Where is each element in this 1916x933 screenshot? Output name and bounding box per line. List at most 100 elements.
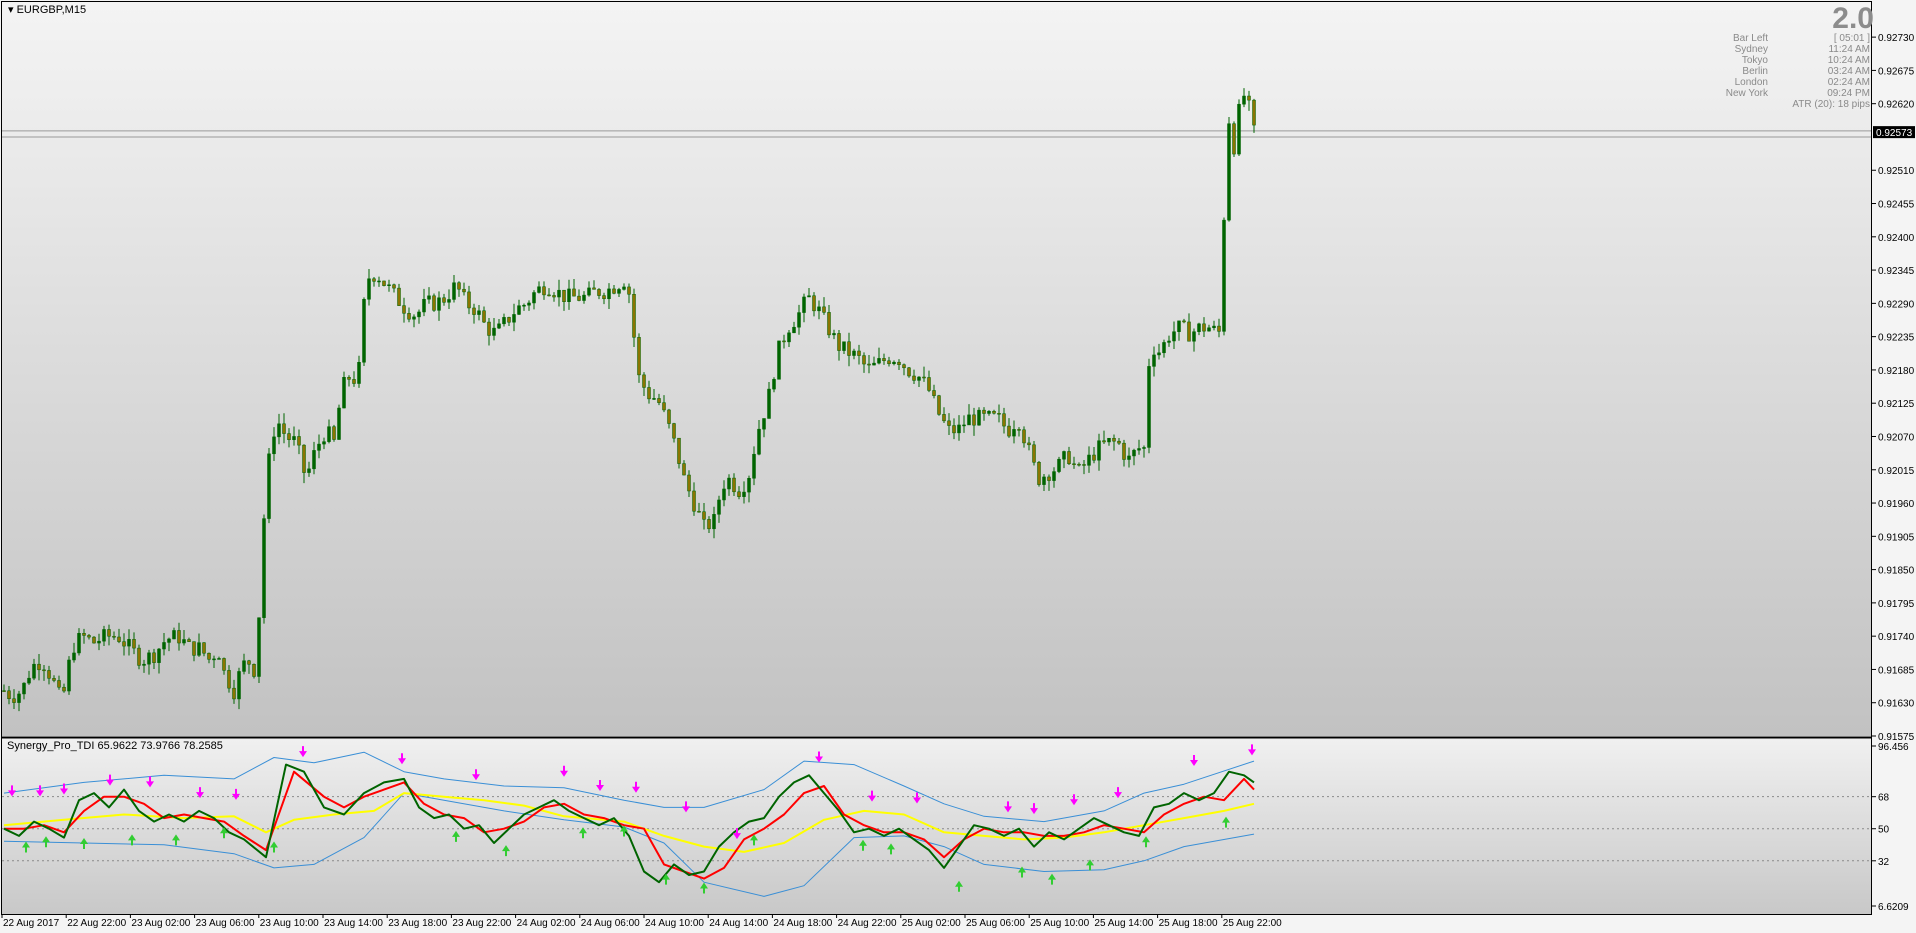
candle-up <box>1132 449 1136 457</box>
candle-up <box>962 424 966 427</box>
candle-down <box>42 669 46 672</box>
candle-down <box>207 652 211 660</box>
candle-down <box>1187 321 1191 342</box>
candle-up <box>257 617 261 677</box>
price-tick-label: 0.92125 <box>1878 399 1915 410</box>
candle-up <box>17 693 21 703</box>
candle-up <box>1127 455 1131 460</box>
price-tick-label: 0.92070 <box>1878 432 1915 443</box>
price-tick-label: 0.91795 <box>1878 599 1915 610</box>
candle-up <box>182 639 186 644</box>
chart-symbol-label[interactable]: ▾ EURGBP,M15 <box>8 3 86 16</box>
candle-up <box>767 388 771 419</box>
candle-down <box>462 288 466 293</box>
candle-down <box>922 376 926 379</box>
candle-up <box>522 304 526 307</box>
chevron-down-icon[interactable]: ▾ <box>8 4 14 16</box>
candle-down <box>897 361 901 365</box>
candle-down <box>597 289 601 296</box>
candle-down <box>952 425 956 434</box>
candle-up <box>1152 354 1156 367</box>
candle-up <box>717 499 721 515</box>
candle-up <box>447 299 451 303</box>
candle-down <box>82 633 86 636</box>
candle-down <box>1067 451 1071 465</box>
candle-down <box>12 698 16 703</box>
candle-up <box>377 280 381 283</box>
candle-up <box>567 288 571 302</box>
info-row: Bar Left[ 05:01 ] <box>1732 33 1870 44</box>
candle-up <box>987 410 991 414</box>
candle-up <box>772 379 776 390</box>
candle-down <box>192 641 196 656</box>
candle-up <box>1057 458 1061 472</box>
price-tick-label: 0.91630 <box>1878 699 1915 710</box>
candle-up <box>722 488 726 501</box>
time-tick-label: 25 Aug 02:00 <box>902 918 961 929</box>
candle-up <box>1227 123 1231 221</box>
candle-down <box>612 288 616 294</box>
indicator-label[interactable]: Synergy_Pro_TDI 65.9622 73.9766 78.2585 <box>7 740 223 752</box>
main-pane-background <box>2 2 1871 736</box>
candle-down <box>887 360 891 365</box>
candle-down <box>1037 462 1041 485</box>
candle-up <box>1167 340 1171 343</box>
candle-up <box>32 663 36 679</box>
candle-down <box>87 635 91 638</box>
candle-up <box>1157 352 1161 356</box>
candle-down <box>822 306 826 313</box>
candle-down <box>1027 442 1031 446</box>
candle-down <box>672 423 676 439</box>
big-value: 2.0 <box>1832 2 1874 35</box>
price-tick-label: 0.91905 <box>1878 532 1915 543</box>
candle-up <box>262 518 266 618</box>
candle-down <box>252 664 256 677</box>
candle-up <box>277 423 281 438</box>
candle-up <box>502 317 506 325</box>
candle-down <box>1022 429 1026 444</box>
candle-up <box>1012 429 1016 437</box>
candle-down <box>927 377 931 391</box>
candle-up <box>102 629 106 642</box>
candle-down <box>707 519 711 530</box>
candle-up <box>127 639 131 647</box>
price-tick-label: 0.91740 <box>1878 632 1915 643</box>
candle-up <box>72 652 76 661</box>
price-tick-label: 0.91960 <box>1878 499 1915 510</box>
time-tick-label: 25 Aug 18:00 <box>1159 918 1218 929</box>
candle-up <box>1197 323 1201 332</box>
indicator-tick-label: 6.6209 <box>1878 902 1909 913</box>
price-chart[interactable]: 0.92730 0.92675 0.92620 0.92510 0.92455 0.924… <box>0 0 1916 933</box>
candle-down <box>602 295 606 300</box>
price-tick-label: 0.92730 <box>1878 33 1915 44</box>
candle-up <box>1147 366 1151 448</box>
candle-down <box>47 670 51 679</box>
time-tick-label: 22 Aug 22:00 <box>67 918 126 929</box>
candle-up <box>727 477 731 490</box>
candle-down <box>332 426 336 440</box>
candle-down <box>687 474 691 492</box>
candle-up <box>387 284 391 286</box>
candle-down <box>92 636 96 644</box>
candle-down <box>397 287 401 306</box>
price-axis: 0.92730 0.92675 0.92620 0.92510 0.92455 0.924… <box>1871 33 1915 743</box>
candle-up <box>77 633 81 654</box>
candle-up <box>587 287 591 296</box>
candle-up <box>197 642 201 656</box>
candle-down <box>1247 95 1251 101</box>
time-tick-label: 24 Aug 18:00 <box>773 918 832 929</box>
candle-up <box>532 292 536 304</box>
candle-up <box>452 282 456 300</box>
candle-down <box>657 398 661 403</box>
price-tick-label: 0.92180 <box>1878 366 1915 377</box>
candle-down <box>942 414 946 422</box>
indicator-tick-label: 96.456 <box>1878 742 1909 753</box>
candle-down <box>1007 425 1011 437</box>
candle-up <box>1052 471 1056 481</box>
candle-up <box>272 436 276 455</box>
time-tick-label: 23 Aug 14:00 <box>324 918 383 929</box>
candle-down <box>702 511 706 520</box>
candle-down <box>647 387 651 400</box>
candle-down <box>1217 325 1221 332</box>
candle-down <box>1017 429 1021 431</box>
